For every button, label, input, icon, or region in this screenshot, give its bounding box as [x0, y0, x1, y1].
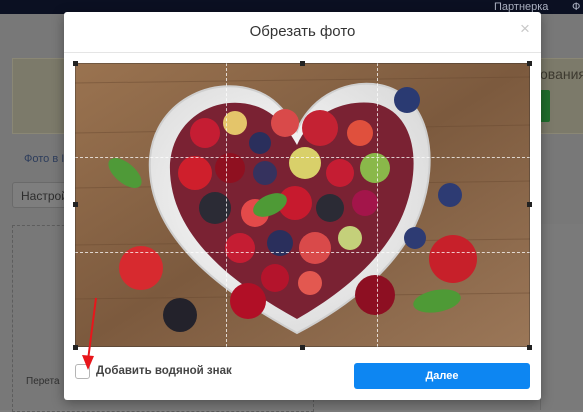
- banner-text: ования: [540, 66, 583, 82]
- fruit-bowl-photo: [75, 63, 530, 347]
- crop-area[interactable]: [75, 63, 530, 347]
- crop-handle-top[interactable]: [300, 61, 305, 66]
- crop-grid-line: [75, 252, 530, 253]
- settings-select[interactable]: Настрой: [12, 182, 72, 208]
- photos-link[interactable]: Фото в I: [24, 153, 64, 165]
- dialog-divider: [64, 52, 541, 53]
- crop-grid-line: [75, 157, 530, 158]
- dialog-title: Обрезать фото: [249, 23, 356, 40]
- crop-photo-dialog: Обрезать фото × Добавить водяной знак Да…: [64, 12, 541, 400]
- crop-handle-right[interactable]: [527, 202, 532, 207]
- crop-handle-top-right[interactable]: [527, 61, 532, 66]
- nav-link[interactable]: Ф: [572, 1, 580, 13]
- crop-handle-left[interactable]: [73, 202, 78, 207]
- crop-handle-bottom-left[interactable]: [73, 345, 78, 350]
- next-button[interactable]: Далее: [354, 363, 530, 389]
- close-icon[interactable]: ×: [517, 20, 533, 38]
- crop-grid-line: [377, 63, 378, 347]
- crop-handle-top-left[interactable]: [73, 61, 78, 66]
- crop-grid-line: [226, 63, 227, 347]
- watermark-checkbox[interactable]: [75, 364, 90, 379]
- drop-zone-text: Перета: [26, 376, 60, 387]
- crop-handle-bottom[interactable]: [300, 345, 305, 350]
- watermark-label[interactable]: Добавить водяной знак: [96, 365, 232, 377]
- crop-handle-bottom-right[interactable]: [527, 345, 532, 350]
- background-card: [540, 224, 583, 410]
